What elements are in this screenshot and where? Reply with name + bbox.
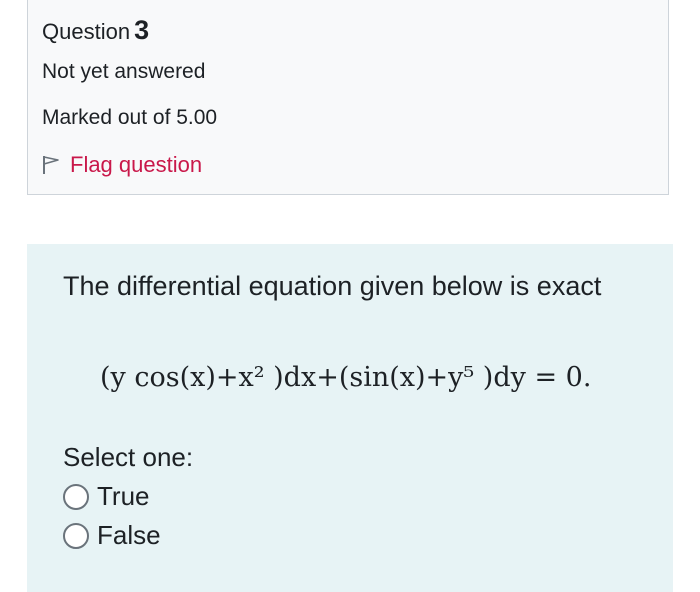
- question-grade: Marked out of 5.00: [42, 106, 218, 129]
- question-text: The differential equation given below is…: [63, 271, 602, 301]
- differential-equation: (y cos(x)+x² )dx+(sin(x)+y⁵ )dy = 0.: [100, 362, 591, 393]
- question-number: 3: [134, 15, 150, 45]
- radio-button-false[interactable]: [63, 522, 89, 549]
- select-one-label: Select one:: [63, 442, 194, 472]
- flag-question-link[interactable]: Flag question: [42, 152, 202, 178]
- question-label: Question: [42, 19, 131, 44]
- answer-option-true[interactable]: True: [63, 481, 150, 512]
- equation-text: (y cos(x)+x² )dx+(sin(x)+y⁵ )dy = 0.: [100, 362, 592, 393]
- question-info-panel: Question 3 Not yet answered Marked out of…: [27, 0, 669, 195]
- radio-button-true[interactable]: [63, 483, 89, 510]
- answer-option-false[interactable]: False: [63, 520, 161, 551]
- question-formulation: The differential equation given below is…: [27, 244, 673, 592]
- answer-option-true-label: True: [97, 481, 150, 511]
- flag-question-label: Flag question: [70, 152, 203, 177]
- question-state: Not yet answered: [42, 60, 206, 83]
- answer-option-false-label: False: [97, 520, 161, 550]
- flag-outline-icon: [43, 156, 59, 174]
- question-number-heading: Question 3: [42, 15, 149, 46]
